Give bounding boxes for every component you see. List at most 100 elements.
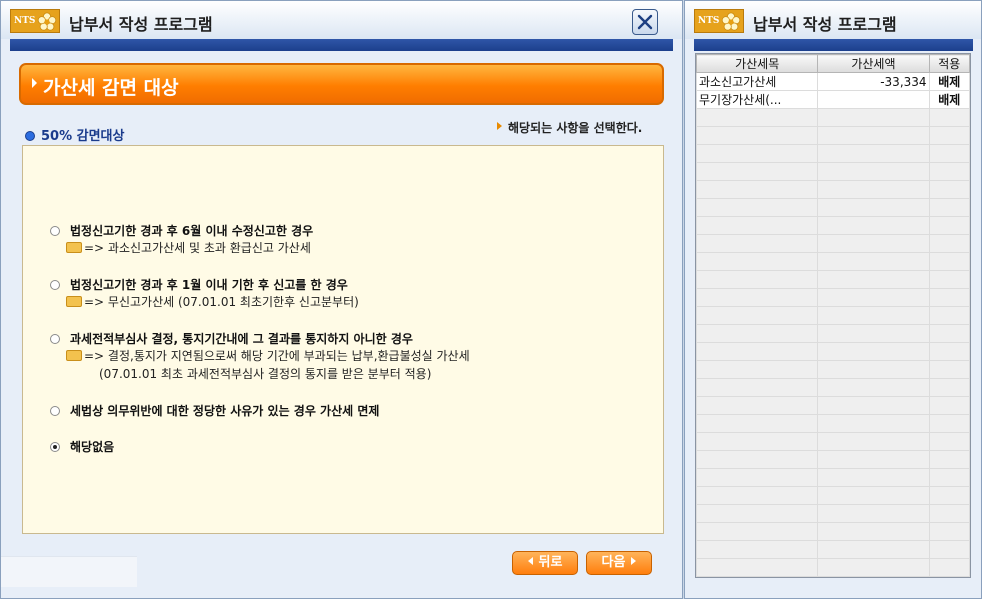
empty-cell [817, 468, 930, 487]
empty-cell [696, 306, 819, 325]
empty-cell [696, 396, 819, 415]
empty-cell [696, 216, 819, 235]
radio-button[interactable] [50, 280, 60, 290]
empty-cell [696, 288, 819, 307]
empty-cell [928, 504, 970, 523]
empty-cell [817, 486, 930, 505]
empty-table-row [696, 414, 970, 433]
title-bar: NTS 납부서 작성 프로그램 [685, 1, 981, 39]
empty-cell [928, 360, 970, 379]
empty-table-row [696, 486, 970, 505]
option-2[interactable]: 법정신고기한 경과 후 1월 이내 기한 후 신고를 한 경우 [50, 276, 348, 293]
empty-cell [817, 432, 930, 451]
next-arrow-icon [631, 557, 637, 565]
empty-cell [696, 540, 819, 559]
empty-cell [817, 396, 930, 415]
empty-cell [696, 252, 819, 271]
empty-cell [928, 486, 970, 505]
empty-table-row [696, 126, 970, 145]
table-row[interactable]: 무기장가산세(... 배제 [696, 90, 970, 109]
empty-cell [928, 432, 970, 451]
empty-cell [928, 180, 970, 199]
radio-button[interactable] [50, 226, 60, 236]
empty-cell [696, 414, 819, 433]
radio-button[interactable] [50, 334, 60, 344]
empty-cell [817, 414, 930, 433]
section-header: 가산세 감면 대상 [19, 63, 664, 105]
empty-cell [696, 144, 819, 163]
table-header-row: 가산세목 가산세액 적용 [696, 54, 970, 73]
option-3-note: => 결정,통지가 지연됨으로써 해당 기간에 부과되는 납부,환급불성실 가산… [66, 347, 470, 364]
radio-button[interactable] [50, 406, 60, 416]
empty-table-row [696, 288, 970, 307]
table-row[interactable]: 과소신고가산세 -33,334 배제 [696, 72, 970, 91]
window-title: 납부서 작성 프로그램 [69, 15, 213, 34]
radio-button-selected[interactable] [50, 442, 60, 452]
empty-table-row [696, 216, 970, 235]
penalty-name-cell: 무기장가산세(... [696, 90, 819, 109]
column-header[interactable]: 가산세액 [817, 54, 930, 73]
option-3-note-continued: (07.01.01 최초 과세전적부심사 결정의 통지를 받은 분부터 적용) [99, 367, 432, 381]
empty-table-row [696, 162, 970, 181]
empty-cell [696, 162, 819, 181]
empty-cell [928, 540, 970, 559]
option-5[interactable]: 해당없음 [50, 438, 114, 455]
empty-cell [928, 414, 970, 433]
empty-cell [696, 108, 819, 127]
close-button[interactable] [632, 9, 658, 35]
option-3[interactable]: 과세전적부심사 결정, 통지기간내에 그 결과를 통지하지 아니한 경우 [50, 330, 413, 347]
options-panel: 법정신고기한 경과 후 6월 이내 수정신고한 경우 => 과소신고가산세 및 … [22, 145, 664, 534]
empty-cell [928, 144, 970, 163]
empty-table-row [696, 234, 970, 253]
column-header[interactable]: 적용 [928, 54, 970, 73]
main-window: NTS 납부서 작성 프로그램 가산세 감면 대상 50% 감면대상 해당되는 … [0, 0, 683, 599]
empty-cell [928, 162, 970, 181]
empty-cell [817, 234, 930, 253]
empty-table-row [696, 270, 970, 289]
empty-cell [696, 450, 819, 469]
option-4[interactable]: 세법상 의무위반에 대한 정당한 사유가 있는 경우 가산세 면제 [50, 402, 379, 419]
empty-table-row [696, 432, 970, 451]
empty-cell [696, 486, 819, 505]
empty-cell [817, 162, 930, 181]
empty-table-row [696, 324, 970, 343]
empty-cell [928, 252, 970, 271]
summary-window: NTS 납부서 작성 프로그램 가산세목 가산세액 적용 과소신고가산세 -33… [684, 0, 982, 599]
empty-table-row [696, 198, 970, 217]
empty-cell [696, 504, 819, 523]
title-accent-bar [10, 39, 673, 51]
empty-cell [817, 108, 930, 127]
option-2-note: => 무신고가산세 (07.01.01 최초기한후 신고분부터) [66, 293, 359, 310]
option-1[interactable]: 법정신고기한 경과 후 6월 이내 수정신고한 경우 [50, 222, 313, 239]
bullet-icon [25, 131, 35, 141]
apply-status-cell: 배제 [928, 90, 970, 109]
empty-cell [696, 432, 819, 451]
title-bar: NTS 납부서 작성 프로그램 [1, 1, 682, 39]
column-header[interactable]: 가산세목 [696, 54, 819, 73]
empty-table-row [696, 396, 970, 415]
back-button[interactable]: 뒤로 [512, 551, 578, 575]
back-arrow-icon [527, 557, 533, 565]
memo-icon [66, 296, 82, 307]
penalty-table: 가산세목 가산세액 적용 과소신고가산세 -33,334 배제 무기장가산세(.… [695, 53, 971, 578]
empty-cell [817, 126, 930, 145]
empty-cell [696, 234, 819, 253]
empty-cell [928, 450, 970, 469]
empty-cell [817, 504, 930, 523]
empty-cell [928, 324, 970, 343]
empty-cell [696, 468, 819, 487]
empty-cell [817, 288, 930, 307]
empty-cell [928, 216, 970, 235]
empty-cell [696, 342, 819, 361]
empty-cell [928, 306, 970, 325]
empty-cell [696, 324, 819, 343]
empty-cell [817, 144, 930, 163]
empty-cell [817, 252, 930, 271]
empty-cell [817, 306, 930, 325]
memo-icon [66, 242, 82, 253]
empty-cell [928, 558, 970, 577]
instruction-text: 해당되는 사항을 선택한다. [497, 119, 642, 136]
empty-cell [817, 342, 930, 361]
flower-emblem-icon [721, 12, 741, 31]
next-button[interactable]: 다음 [586, 551, 652, 575]
